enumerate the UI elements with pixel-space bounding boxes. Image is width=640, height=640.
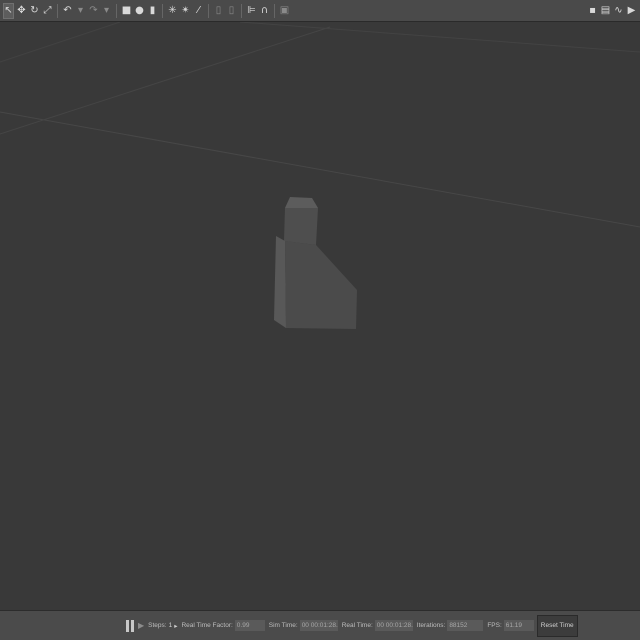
grid-line [0,26,331,135]
model-body-left-face [274,236,286,328]
model-top-block-cap [285,197,318,208]
toolbar-separator [57,3,58,18]
fps-value: 61.19 [503,620,534,631]
translate-mode-icon[interactable]: ✥ [16,3,27,19]
real-time-factor-label: Real Time Factor: [181,622,233,629]
grid-line [0,111,640,228]
copy-icon[interactable]: ▯ [213,3,224,19]
select-mode-icon[interactable]: ↖ [3,2,14,19]
iterations-label: Iterations: [416,622,446,629]
snap-icon[interactable]: ∩ [259,3,270,19]
scene-viewport[interactable] [0,22,640,610]
bottom-status-bar: ▶ Steps: 1 ▸ Real Time Factor: 0.99 Sim … [0,610,640,640]
toolbar-separator [116,3,117,18]
undo-icon[interactable]: ↶ [62,3,73,19]
align-icon[interactable]: ⊫ [246,3,257,19]
spot-light-icon[interactable]: ✴ [180,3,191,19]
iterations-value: 88152 [447,620,484,631]
screenshot-icon[interactable]: ▪ [587,3,598,19]
top-toolbar: ↖ ✥ ↻ ⤢ ↶ ▾ ↷ ▾ ■ ● ▮ ✳ ✴ ⁄ ▯ ▯ ⊫ ∩ ▣ ▪ ▤ ∿ ▶ [0,0,640,22]
steps-label: Steps: [148,622,167,629]
video-record-icon[interactable]: ▶ [626,3,637,19]
model-box[interactable] [274,197,357,329]
sim-time-value: 00 00:01:28.152 [299,620,338,631]
reset-time-button[interactable]: Reset Time [536,614,578,637]
plot-icon[interactable]: ∿ [613,3,624,19]
model-body-front-face [285,241,357,329]
rotate-mode-icon[interactable]: ↻ [29,3,40,19]
sphere-shape-icon[interactable]: ● [134,3,145,19]
scene-render [0,22,640,329]
point-light-icon[interactable]: ✳ [167,3,178,19]
directional-light-icon[interactable]: ⁄ [193,3,204,19]
toolbar-separator [241,3,242,18]
toolbar-separator [208,3,209,18]
toolbar-separator [162,3,163,18]
toolbar-separator [274,3,275,18]
sim-time-label: Sim Time: [268,622,298,629]
log-icon[interactable]: ▤ [600,3,611,19]
redo-history-icon[interactable]: ▾ [101,3,112,19]
toolbar-left-group: ↖ ✥ ↻ ⤢ ↶ ▾ ↷ ▾ ■ ● ▮ ✳ ✴ ⁄ ▯ ▯ ⊫ ∩ ▣ [2,2,291,19]
step-forward-icon[interactable]: ▶ [138,621,144,630]
toolbar-right-group: ▪ ▤ ∿ ▶ [586,3,638,19]
grid-line [0,22,121,63]
undo-history-icon[interactable]: ▾ [75,3,86,19]
redo-icon[interactable]: ↷ [88,3,99,19]
real-time-label: Real Time: [341,622,373,629]
pause-icon-bar [126,619,129,632]
box-shape-icon[interactable]: ■ [121,3,132,19]
model-top-block-front [284,208,318,245]
real-time-value: 00 00:01:28.757 [374,620,413,631]
real-time-factor-value: 0.99 [234,620,265,631]
steps-spinbox-arrow-icon[interactable]: ▸ [174,622,177,630]
pause-icon-bar [131,619,134,632]
steps-spinbox[interactable]: 1 [169,622,173,629]
change-view-icon[interactable]: ▣ [279,3,290,19]
paste-icon[interactable]: ▯ [226,3,237,19]
fps-label: FPS: [487,622,502,629]
cylinder-shape-icon[interactable]: ▮ [147,3,158,19]
scale-mode-icon[interactable]: ⤢ [42,3,53,19]
pause-button[interactable] [126,619,134,632]
